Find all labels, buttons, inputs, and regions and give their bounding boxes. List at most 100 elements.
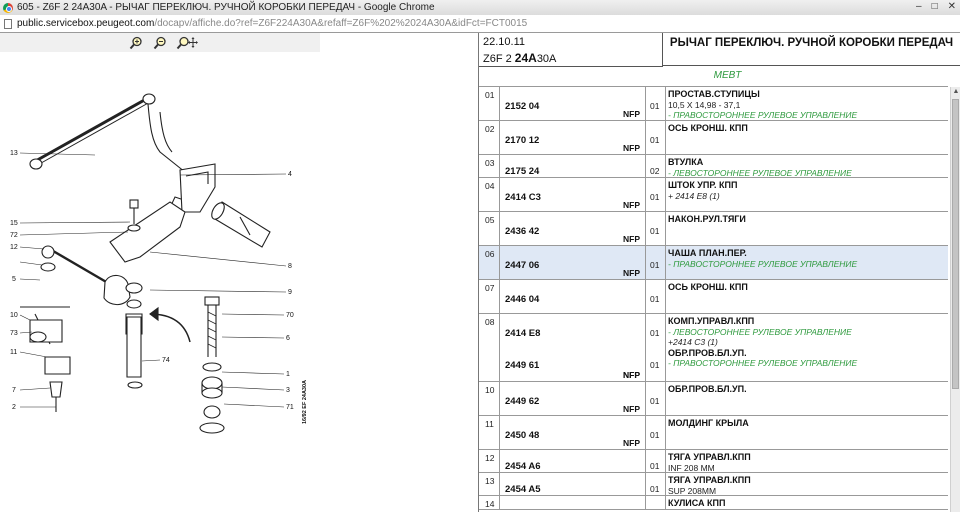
column-divider: [665, 382, 666, 415]
part-quantity: 01: [650, 226, 660, 236]
callout-label: 4: [288, 171, 292, 178]
part-name: ОСЬ КРОНШ. КПП: [668, 282, 748, 292]
part-name: ОСЬ КРОНШ. КПП: [668, 123, 748, 133]
row-index: 05: [485, 215, 495, 225]
callout-label: 9: [288, 289, 292, 296]
steering-note: - ПРАВОСТОРОННЕЕ РУЛЕВОЕ УПРАВЛЕНИЕ: [668, 358, 858, 368]
row-index: 08: [485, 317, 495, 327]
vertical-scrollbar[interactable]: ▲: [950, 87, 960, 512]
zoom-pan-icon[interactable]: [176, 36, 198, 50]
scroll-up-icon[interactable]: ▲: [951, 87, 960, 97]
row-index: 04: [485, 181, 495, 191]
part-quantity: 02: [650, 166, 660, 176]
part-quantity: 01: [650, 101, 660, 111]
callout-label: 2: [12, 404, 16, 411]
nfp-flag: NFP: [623, 109, 640, 119]
column-divider: [645, 155, 646, 177]
parts-pane: 22.10.11 Z6F 2 24A30A РЫЧАГ ПЕРЕКЛЮЧ. РУ…: [479, 33, 960, 512]
part-description: КОМП.УПРАВЛ.КПП - ЛЕВОСТОРОННЕЕ РУЛЕВОЕ У…: [668, 316, 944, 369]
zoom-toolbar: [0, 33, 320, 52]
page-title: РЫЧАГ ПЕРЕКЛЮЧ. РУЧНОЙ КОРОБКИ ПЕРЕДАЧ: [663, 33, 960, 66]
callout-label: 10: [10, 312, 18, 319]
table-row[interactable]: 01 2152 04 NFP 01 ПРОСТАВ.СТУПИЦЫ 10,5 X 14,9…: [479, 87, 948, 121]
part-name: МОЛДИНГ КРЫЛА: [668, 418, 749, 428]
table-row[interactable]: 04 2414 C3 NFP 01 ШТОК УПР. КПП + 2414 E8 (1): [479, 178, 948, 212]
part-name: ТЯГА УПРАВЛ.КПП: [668, 452, 751, 462]
header-date: 22.10.11: [483, 36, 526, 48]
diagram-stamp: 16/92 ΕF 24A30A: [302, 380, 308, 424]
table-row[interactable]: 05 2436 42 NFP 01 НАКОН.РУЛ.ТЯГИ: [479, 212, 948, 246]
table-row[interactable]: 10 2449 62 NFP 01 ОБР.ПРОВ.БЛ.УП.: [479, 382, 948, 416]
column-divider: [665, 212, 666, 245]
steering-note: - ЛЕВОСТОРОННЕЕ РУЛЕВОЕ УПРАВЛЕНИЕ: [668, 326, 852, 337]
callout-label: 1: [286, 371, 290, 378]
part-quantity: 01: [650, 360, 660, 370]
scroll-thumb[interactable]: [952, 99, 959, 389]
table-row[interactable]: 07 2446 04 01 ОСЬ КРОНШ. КПП: [479, 280, 948, 314]
close-button[interactable]: ✕: [948, 1, 956, 12]
table-row[interactable]: 12 2454 A6 01 ТЯГА УПРАВЛ.КПП INF 208 MM: [479, 450, 948, 473]
part-name: ЧАША ПЛАН.ПЕР.: [668, 248, 747, 258]
zoom-in-icon[interactable]: [129, 36, 143, 50]
table-row[interactable]: 03 2175 24 02 ВТУЛКА - ЛЕВОСТОРОННЕЕ РУЛЕВОЕ…: [479, 155, 948, 178]
part-reference: 2175 24: [505, 166, 540, 177]
nfp-flag: NFP: [623, 404, 640, 414]
part-reference: 2152 04: [505, 101, 540, 112]
url-host[interactable]: public.servicebox.peugeot.com: [17, 18, 154, 29]
header-info: 22.10.11 Z6F 2 24A30A: [479, 33, 663, 67]
part-reference: 2170 12: [505, 135, 540, 146]
table-row[interactable]: 02 2170 12 NFP 01 ОСЬ КРОНШ. КПП: [479, 121, 948, 155]
part-quantity: 01: [650, 135, 660, 145]
maximize-button[interactable]: □: [932, 1, 938, 12]
address-bar[interactable]: public.servicebox.peugeot.com/docapv/aff…: [0, 15, 960, 33]
table-row[interactable]: 08 2414 E8 NFP 01 2449 61 NFP 01 КОМП.УПРАВЛ.КП…: [479, 314, 948, 382]
part-description: МОЛДИНГ КРЫЛА: [668, 418, 944, 429]
column-divider: [645, 246, 646, 279]
column-divider: [645, 212, 646, 245]
part-reference: 2450 48: [505, 430, 540, 441]
part-reference: 2449 61: [505, 360, 540, 371]
table-row[interactable]: 11 2450 48 NFP 01 МОЛДИНГ КРЫЛА: [479, 416, 948, 450]
row-index: 02: [485, 124, 495, 134]
window-controls: – □ ✕: [916, 1, 956, 12]
part-description: ШТОК УПР. КПП + 2414 E8 (1): [668, 180, 944, 201]
url-path[interactable]: /docapv/affiche.do?ref=Z6F224A30A&refaff…: [154, 18, 527, 29]
table-row[interactable]: 14 КУЛИСА КПП: [479, 496, 948, 510]
page-icon: [4, 18, 12, 29]
zoom-out-icon[interactable]: [153, 36, 167, 50]
steering-note: - ПРАВОСТОРОННЕЕ РУЛЕВОЕ УПРАВЛЕНИЕ: [668, 258, 858, 269]
part-description: ЧАША ПЛАН.ПЕР. - ПРАВОСТОРОННЕЕ РУЛЕВОЕ У…: [668, 248, 944, 269]
exploded-parts-diagram: 13 4 15 72 12 8 5 9 73 10 11 6 7 2 70 74…: [10, 93, 308, 434]
table-row[interactable]: 13 2454 A5 01 ТЯГА УПРАВЛ.КПП SUP 208MM: [479, 473, 948, 496]
header-code: Z6F 2 24A30A: [483, 51, 557, 65]
part-quantity: 01: [650, 192, 660, 202]
column-divider: [499, 416, 500, 449]
column-divider: [665, 280, 666, 313]
row-index: 10: [485, 385, 495, 395]
column-divider: [645, 496, 646, 509]
column-divider: [665, 416, 666, 449]
row-index: 03: [485, 158, 495, 168]
row-index: 14: [485, 499, 495, 509]
minimize-button[interactable]: –: [916, 1, 922, 12]
part-reference: 2414 E8: [505, 328, 541, 339]
header-subtitle: MEBT: [713, 70, 742, 81]
table-row[interactable]: 06 2447 06 NFP 01 ЧАША ПЛАН.ПЕР. - ПРАВОСТОРО…: [479, 246, 948, 280]
part-description: ВТУЛКА - ЛЕВОСТОРОННЕЕ РУЛЕВОЕ УПРАВЛЕНИЕ: [668, 157, 944, 178]
window-title: 605 - Z6F 2 24A30A - РЫЧАГ ПЕРЕКЛЮЧ. РУЧ…: [17, 2, 435, 13]
column-divider: [665, 473, 666, 495]
column-divider: [499, 87, 500, 120]
callout-label: 12: [10, 244, 18, 251]
part-quantity: 01: [650, 260, 660, 270]
column-divider: [665, 121, 666, 154]
part-description: ОСЬ КРОНШ. КПП: [668, 282, 944, 293]
steering-note: - ЛЕВОСТОРОННЕЕ РУЛЕВОЕ УПРАВЛЕНИЕ: [668, 167, 852, 178]
part-quantity: 01: [650, 484, 660, 494]
part-description: ТЯГА УПРАВЛ.КПП INF 208 MM: [668, 452, 944, 473]
part-note: + 2414 E8 (1): [668, 190, 720, 201]
callout-label: 15: [10, 220, 18, 227]
callout-label: 13: [10, 150, 18, 157]
column-divider: [665, 87, 666, 120]
part-quantity: 01: [650, 461, 660, 471]
column-divider: [645, 416, 646, 449]
